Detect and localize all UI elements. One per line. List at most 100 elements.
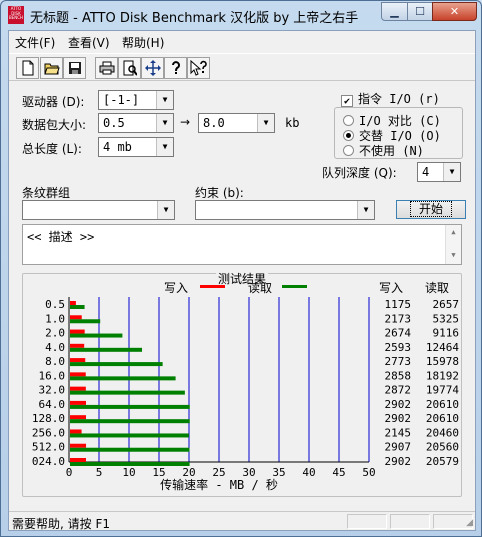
read-bar — [70, 305, 85, 309]
write-bar — [70, 358, 86, 363]
read-bar — [70, 319, 101, 324]
help-button[interactable] — [164, 57, 187, 79]
context-help-button[interactable] — [187, 57, 210, 79]
read-bar — [70, 362, 163, 367]
read-value: 2657 — [433, 298, 460, 311]
read-value: 20610 — [426, 412, 459, 425]
y-tick-label: 256.0 — [32, 426, 65, 439]
total-length-label: 总长度 (L): — [22, 142, 82, 156]
total-length-value: 4 mb — [103, 140, 132, 154]
read-bar — [70, 447, 190, 452]
read-bar — [70, 404, 190, 409]
x-tick-label: 40 — [302, 466, 315, 479]
read-bar — [70, 390, 185, 395]
scroll-down-icon[interactable]: ▼ — [446, 248, 461, 262]
transfer-unit: kb — [285, 116, 300, 130]
read-bar — [70, 419, 190, 424]
write-value: 2593 — [385, 341, 412, 354]
read-value: 12464 — [426, 341, 459, 354]
close-icon: ✕ — [449, 5, 460, 18]
drive-value: [-1-] — [103, 93, 140, 107]
resize-grip-icon[interactable]: ◢ — [466, 518, 473, 528]
write-value: 2902 — [385, 398, 412, 411]
menu-file[interactable]: 文件(F) — [15, 34, 55, 51]
y-tick-label: 024.0 — [32, 455, 65, 468]
print-preview-icon — [123, 60, 137, 76]
y-tick-label: 64.0 — [39, 398, 66, 411]
print-preview-button[interactable] — [118, 57, 141, 79]
title-bar[interactable]: ATTO DISK BENCH 无标题 - ATTO Disk Benchmar… — [1, 1, 481, 29]
write-bar — [70, 429, 82, 434]
write-bar — [70, 400, 87, 405]
write-value: 2173 — [385, 312, 412, 325]
radio-selected-icon — [343, 130, 354, 141]
open-button[interactable] — [40, 57, 63, 79]
toolbar — [9, 53, 475, 81]
client-area: 文件(F) 查看(V) 帮助(H) 驱动器 (D): [-1-] ▼ 数据包大小… — [8, 30, 476, 531]
transfer-from-select[interactable]: 0.5 ▼ — [98, 113, 174, 133]
atto-app-icon: ATTO DISK BENCH — [8, 6, 24, 24]
read-bar — [70, 376, 176, 381]
y-tick-label: 16.0 — [39, 369, 66, 382]
menu-view[interactable]: 查看(V) — [68, 34, 110, 51]
x-tick-label: 5 — [96, 466, 103, 479]
print-button[interactable] — [95, 57, 118, 79]
arrow-right-icon: → — [180, 115, 191, 129]
queue-depth-select[interactable]: 4 ▼ — [417, 162, 461, 182]
close-button[interactable]: ✕ — [432, 2, 477, 21]
read-bar — [70, 333, 123, 338]
transfer-to-select[interactable]: 8.0 ▼ — [198, 113, 275, 133]
write-value: 2674 — [385, 327, 412, 340]
description-scrollbar[interactable]: ▲ ▼ — [445, 225, 461, 264]
app-window: ATTO DISK BENCH 无标题 - ATTO Disk Benchmar… — [0, 0, 482, 537]
direct-io-checkbox[interactable]: ✔ 指令 I/O (r) — [341, 90, 440, 107]
maximize-button[interactable]: ☐ — [407, 2, 433, 21]
write-value: 2902 — [385, 412, 412, 425]
new-button[interactable] — [16, 57, 39, 79]
read-bar — [70, 462, 190, 466]
y-tick-label: 8.0 — [45, 355, 65, 368]
read-value: 18192 — [426, 369, 459, 382]
constraint-select[interactable]: ▼ — [195, 200, 375, 220]
start-button[interactable]: 开始 — [396, 200, 466, 219]
read-value: 19774 — [426, 384, 459, 397]
total-length-select[interactable]: 4 mb ▼ — [98, 137, 174, 157]
read-column-header: 读取 — [425, 281, 449, 295]
io-neither-label: 不使用 (N) — [359, 144, 424, 158]
write-value: 2872 — [385, 384, 412, 397]
write-value: 2858 — [385, 369, 412, 382]
write-bar — [70, 415, 87, 420]
x-axis-label: 传输速率 - MB / 秒 — [160, 477, 278, 492]
checkbox-icon: ✔ — [341, 95, 353, 107]
scroll-up-icon[interactable]: ▲ — [446, 225, 461, 239]
open-icon — [43, 63, 60, 75]
write-value: 2907 — [385, 441, 412, 454]
save-button[interactable] — [63, 57, 86, 79]
stripe-group-select[interactable]: ▼ — [22, 200, 175, 220]
write-column-header: 写入 — [379, 281, 403, 295]
status-panel — [347, 514, 387, 529]
chevron-down-icon: ▼ — [156, 138, 173, 156]
transfer-size-label: 数据包大小: — [22, 118, 87, 132]
print-icon — [99, 61, 114, 75]
legend-read-swatch — [282, 285, 307, 288]
legend-write-label: 写入 — [164, 281, 188, 295]
x-tick-label: 0 — [66, 466, 73, 479]
drive-select[interactable]: [-1-] ▼ — [98, 90, 174, 110]
read-value: 20460 — [426, 426, 459, 439]
status-text: 需要帮助, 请按 F1 — [12, 517, 110, 531]
move-button[interactable] — [141, 57, 164, 79]
chevron-down-icon: ▼ — [443, 163, 460, 181]
io-neither-radio[interactable]: 不使用 (N) — [343, 142, 424, 159]
chevron-down-icon: ▼ — [156, 91, 173, 109]
results-chart: 写入 读取 写入 读取0 5 10 15 20 25 30 35 40 45 50传输速率 - MB / … — [32, 281, 460, 492]
menu-help[interactable]: 帮助(H) — [122, 34, 164, 51]
menu-bar: 文件(F) 查看(V) 帮助(H) — [9, 31, 475, 51]
io-mode-group: I/O 对比 (C) 交替 I/O (O) 不使用 (N) — [334, 107, 463, 159]
chevron-down-icon: ▼ — [157, 201, 174, 219]
minimize-button[interactable]: ▁ — [381, 2, 408, 21]
radio-icon — [343, 115, 354, 126]
stripe-group-label: 条纹群组 — [22, 186, 71, 200]
read-value: 20560 — [426, 441, 459, 454]
description-box[interactable]: << 描述 >> ▲ ▼ — [22, 224, 462, 265]
